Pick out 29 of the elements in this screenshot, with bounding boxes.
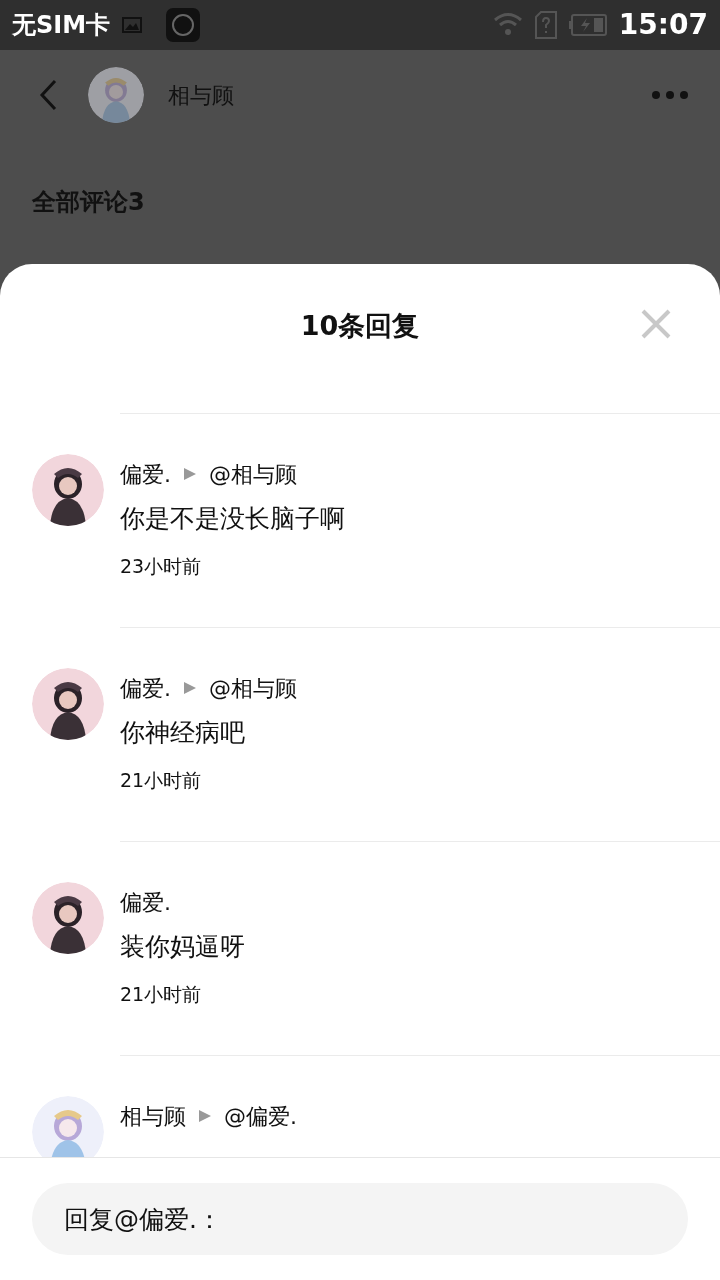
- reply-time: 23小时前: [120, 554, 203, 579]
- mention-name[interactable]: @相与顾: [209, 671, 297, 705]
- user-name: 相与顾: [168, 81, 235, 110]
- author-name[interactable]: 偏爱.: [120, 457, 171, 491]
- reply-time: 21小时前: [120, 768, 203, 793]
- author-name[interactable]: 偏爱.: [120, 885, 171, 919]
- author-name[interactable]: 偏爱.: [120, 671, 171, 705]
- image-icon: [122, 17, 143, 33]
- triangle-icon: [183, 681, 197, 695]
- reply-time: 21小时前: [120, 982, 203, 1007]
- app-icon: [166, 8, 201, 42]
- close-icon: [640, 308, 672, 340]
- reply-field[interactable]: 回复@偏爱.：: [32, 1183, 688, 1255]
- author-name[interactable]: 相与顾: [120, 1099, 186, 1133]
- carrier-label: 无SIM卡: [12, 10, 111, 41]
- mention-name[interactable]: @偏爱.: [224, 1099, 297, 1133]
- section-title: 全部评论3: [32, 187, 145, 218]
- battery-icon: [568, 14, 607, 36]
- mention-name[interactable]: @相与顾: [209, 457, 297, 491]
- triangle-icon: [198, 1109, 212, 1123]
- sheet-title: 10条回复: [300, 309, 420, 343]
- close-button[interactable]: [640, 308, 672, 340]
- clock: 15:07: [618, 7, 708, 43]
- back-icon: [39, 79, 57, 111]
- reply-text: 你神经病吧: [120, 717, 246, 749]
- reply-text: 你是不是没长脑子啊: [120, 503, 346, 535]
- triangle-icon: [183, 467, 197, 481]
- reply-text: 装你妈逼呀: [120, 931, 246, 963]
- sim-icon: [534, 11, 557, 39]
